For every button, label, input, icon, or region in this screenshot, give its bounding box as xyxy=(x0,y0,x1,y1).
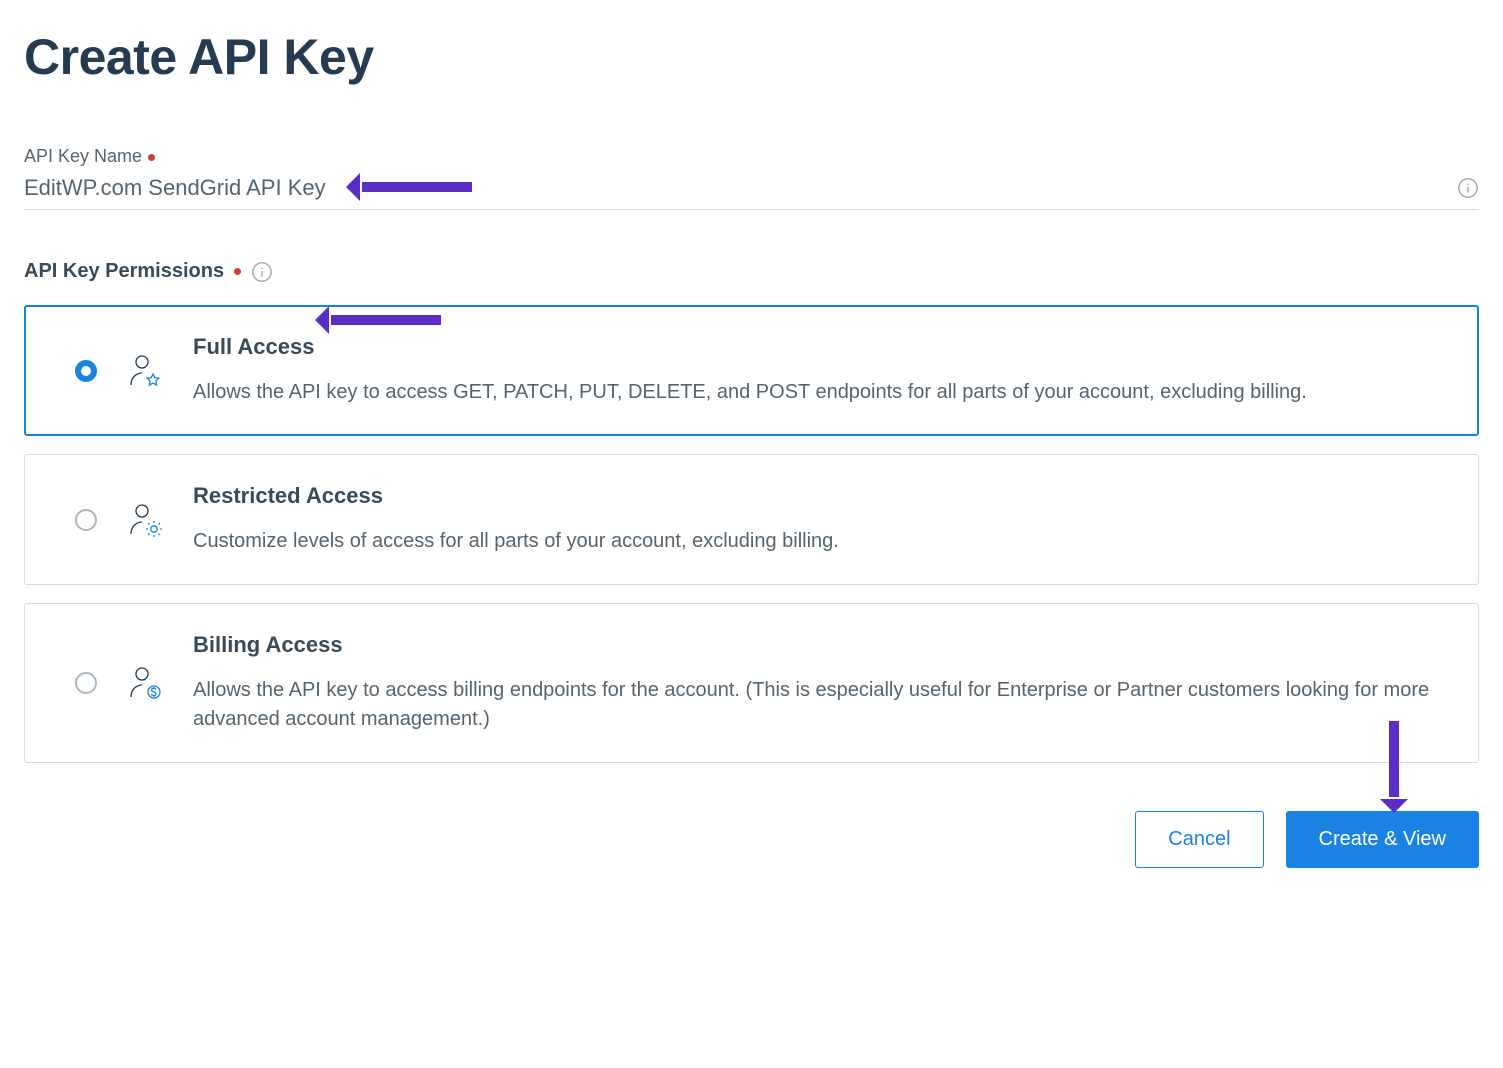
permission-option-billing-access[interactable]: Billing Access Allows the API key to acc… xyxy=(24,603,1479,763)
required-indicator-icon xyxy=(148,154,155,161)
annotation-arrow-icon xyxy=(331,315,441,325)
api-key-name-input[interactable] xyxy=(24,175,1457,201)
page-title: Create API Key xyxy=(24,28,1479,86)
radio-restricted-access[interactable] xyxy=(75,509,97,531)
permission-option-full-access[interactable]: Full Access Allows the API key to access… xyxy=(24,305,1479,436)
info-icon[interactable] xyxy=(1457,177,1479,199)
permission-option-restricted-access[interactable]: Restricted Access Customize levels of ac… xyxy=(24,454,1479,585)
option-description: Allows the API key to access GET, PATCH,… xyxy=(193,378,1448,407)
option-title: Full Access xyxy=(193,334,1448,360)
option-description: Allows the API key to access billing end… xyxy=(193,676,1448,734)
option-title: Restricted Access xyxy=(193,483,1448,509)
option-description: Customize levels of access for all parts… xyxy=(193,527,1448,556)
user-gear-icon xyxy=(127,502,163,538)
create-view-button[interactable]: Create & View xyxy=(1286,811,1479,868)
required-indicator-icon xyxy=(234,268,241,275)
cancel-button[interactable]: Cancel xyxy=(1135,811,1263,868)
info-icon[interactable] xyxy=(251,261,273,283)
user-dollar-icon xyxy=(127,665,163,701)
user-star-icon xyxy=(127,353,163,389)
api-key-name-label: API Key Name xyxy=(24,146,1479,167)
option-title: Billing Access xyxy=(193,632,1448,658)
permissions-section-label: API Key Permissions xyxy=(24,260,1479,283)
radio-billing-access[interactable] xyxy=(75,672,97,694)
radio-full-access[interactable] xyxy=(75,360,97,382)
